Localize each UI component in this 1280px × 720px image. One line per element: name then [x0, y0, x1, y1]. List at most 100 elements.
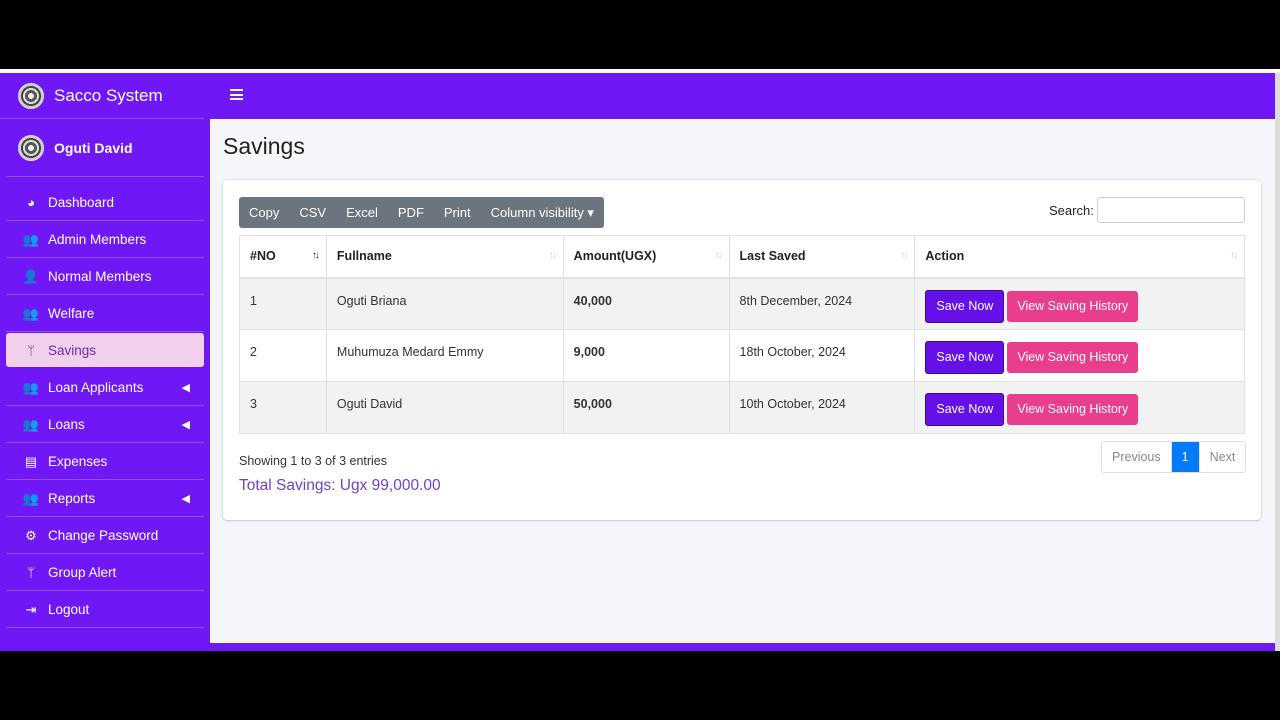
table-row: 2 Muhumuza Medard Emmy 9,000 18th October, … [239, 329, 1245, 382]
users-icon: 👥 [22, 416, 40, 432]
gauge-icon: ◕ [27, 195, 35, 210]
sidebar-nav: ◕ Dashboard 👥 Admin Members 👤 Normal Members 👥… [0, 177, 210, 628]
table-header-row: #NO ↑↓ Fullname ↑↓ Amount(UGX) ↑↓ Last Saved ↑↓… [239, 235, 1245, 279]
sidebar-item-normal-members[interactable]: 👤 Normal Members [6, 259, 204, 295]
savings-card: Copy CSV Excel PDF Print Column visibility ▾ … [223, 180, 1261, 520]
export-pdf-button[interactable]: PDF [388, 197, 434, 228]
column-header[interactable]: Action ↑↓ [914, 235, 1245, 279]
view-saving-history-button[interactable]: View Saving History [1007, 342, 1139, 373]
export-copy-button[interactable]: Copy [239, 197, 289, 228]
cell-name: Oguti Briana [325, 277, 564, 330]
save-now-button[interactable]: Save Now [925, 393, 1005, 426]
main-content: Savings Copy CSV Excel PDF Print Column visib… [210, 119, 1276, 643]
sidebar-item-label: Loans [48, 417, 85, 432]
sidebar-item-expenses[interactable]: ▤ Expenses [6, 444, 204, 480]
entries-info: Showing 1 to 3 of 3 entries [239, 454, 388, 468]
user-icon: 👤 [22, 268, 40, 284]
chevron-left-icon: ◀ [181, 382, 190, 394]
sidebar-item-label: Change Password [48, 528, 159, 543]
sort-icon: ↑↓ [900, 250, 908, 261]
sidebar-item-change-password[interactable]: ⚙ Change Password [6, 518, 204, 554]
app-window: Sacco System Oguti David ◕ Dashboard 👥 Admi… [0, 69, 1280, 651]
column-header[interactable]: Amount(UGX) ↑↓ [562, 235, 730, 279]
total-savings: Total Savings: Ugx 99,000.00 [239, 477, 441, 494]
users-icon: 👥 [22, 305, 40, 321]
cell-name: Muhumuza Medard Emmy [325, 329, 564, 382]
table-body: 1 Oguti Briana 40,000 8th December, 2024 Sav… [239, 277, 1245, 434]
search-label: Search: [1049, 203, 1094, 218]
cell-last: 18th October, 2024 [728, 329, 916, 382]
savings-table: #NO ↑↓ Fullname ↑↓ Amount(UGX) ↑↓ Last Saved ↑↓… [239, 235, 1245, 434]
export-print-button[interactable]: Print [434, 197, 481, 228]
brand-link[interactable]: Sacco System [0, 73, 204, 119]
cell-amount: 40,000 [562, 277, 730, 330]
column-header-label: Amount(UGX) [573, 249, 657, 264]
cogs-icon: ⚙ [25, 527, 37, 543]
column-header-label: Fullname [336, 249, 392, 264]
page-title: Savings [223, 133, 305, 159]
user-panel[interactable]: Oguti David [6, 119, 204, 177]
column-header[interactable]: Last Saved ↑↓ [728, 235, 916, 279]
view-saving-history-button[interactable]: View Saving History [1007, 394, 1139, 425]
table-row: 3 Oguti David 50,000 10th October, 2024 Save… [239, 381, 1245, 434]
pagination-next[interactable]: Next [1198, 442, 1246, 472]
sort-icon: ↑↓ [548, 250, 557, 261]
pagination-previous[interactable]: Previous [1102, 442, 1171, 472]
column-header-label: Last Saved [739, 249, 806, 264]
sidebar-item-loan-applicants[interactable]: 👥 Loan Applicants ◀ [6, 370, 204, 406]
sidebar-item-dashboard[interactable]: ◕ Dashboard [6, 185, 204, 221]
sidebar-item-label: Normal Members [48, 269, 152, 284]
pagination-page-1[interactable]: 1 [1170, 442, 1199, 472]
export-column-button[interactable]: Column visibility ▾ [481, 197, 604, 228]
money-check-icon: ▤ [24, 453, 38, 469]
sidebar-item-label: Expenses [48, 454, 108, 469]
export-button-group: Copy CSV Excel PDF Print Column visibility ▾ [239, 197, 604, 228]
cell-name: Oguti David [325, 381, 564, 434]
sidebar-item-label: Loan Applicants [48, 380, 144, 395]
users-icon: 👥 [22, 490, 40, 506]
chevron-left-icon: ◀ [181, 493, 190, 505]
sidebar-item-label: Welfare [48, 306, 95, 321]
sort-icon: ↑↓ [311, 250, 320, 261]
save-now-button[interactable]: Save Now [925, 341, 1005, 374]
sort-icon: ↑↓ [714, 250, 723, 261]
column-header[interactable]: #NO ↑↓ [239, 235, 327, 279]
cell-action: Save Now View Saving History [914, 277, 1245, 330]
cell-last: 10th October, 2024 [728, 381, 916, 434]
cell-no: 2 [239, 329, 327, 382]
sidebar: Sacco System Oguti David ◕ Dashboard 👥 Admi… [0, 73, 210, 651]
sidebar-item-label: Reports [48, 491, 96, 506]
sidebar-item-label: Group Alert [48, 565, 117, 580]
column-header-label: #NO [250, 249, 276, 264]
menu-toggle-icon[interactable] [230, 89, 243, 100]
sidebar-item-loans[interactable]: 👥 Loans ◀ [6, 407, 204, 443]
view-saving-history-button[interactable]: View Saving History [1007, 290, 1139, 322]
chevron-left-icon: ◀ [181, 419, 190, 431]
sidebar-item-label: Dashboard [48, 195, 115, 210]
brand-title: Sacco System [54, 85, 163, 105]
cell-last: 8th December, 2024 [728, 277, 916, 330]
cell-action: Save Now View Saving History [914, 329, 1245, 382]
sidebar-item-welfare[interactable]: 👥 Welfare [6, 296, 204, 332]
cell-no: 3 [239, 381, 327, 434]
sign-out-icon: ⇥ [25, 601, 37, 617]
sidebar-item-label: Savings [48, 342, 97, 358]
sidebar-item-savings[interactable]: ᛘ Savings [6, 333, 204, 367]
save-now-button[interactable]: Save Now [925, 289, 1005, 323]
bottom-bar [210, 643, 1280, 651]
sidebar-item-group-alert[interactable]: ᛘ Group Alert [6, 555, 204, 591]
sort-icon: ↑↓ [1230, 250, 1238, 261]
pagination: Previous 1 Next [1101, 441, 1247, 473]
top-navbar [210, 73, 1280, 119]
sidebar-item-logout[interactable]: ⇥ Logout [6, 592, 204, 628]
users-icon: 👥 [22, 379, 40, 395]
scrollbar[interactable] [1275, 73, 1280, 651]
export-excel-button[interactable]: Excel [336, 197, 388, 228]
export-csv-button[interactable]: CSV [289, 197, 336, 228]
search-input[interactable] [1097, 197, 1245, 223]
sidebar-item-reports[interactable]: 👥 Reports ◀ [6, 481, 204, 517]
column-header[interactable]: Fullname ↑↓ [325, 235, 564, 279]
sidebar-item-admin-members[interactable]: 👥 Admin Members [6, 222, 204, 258]
code-branch-icon: ᛘ [27, 565, 35, 580]
sidebar-item-label: Logout [48, 602, 90, 617]
